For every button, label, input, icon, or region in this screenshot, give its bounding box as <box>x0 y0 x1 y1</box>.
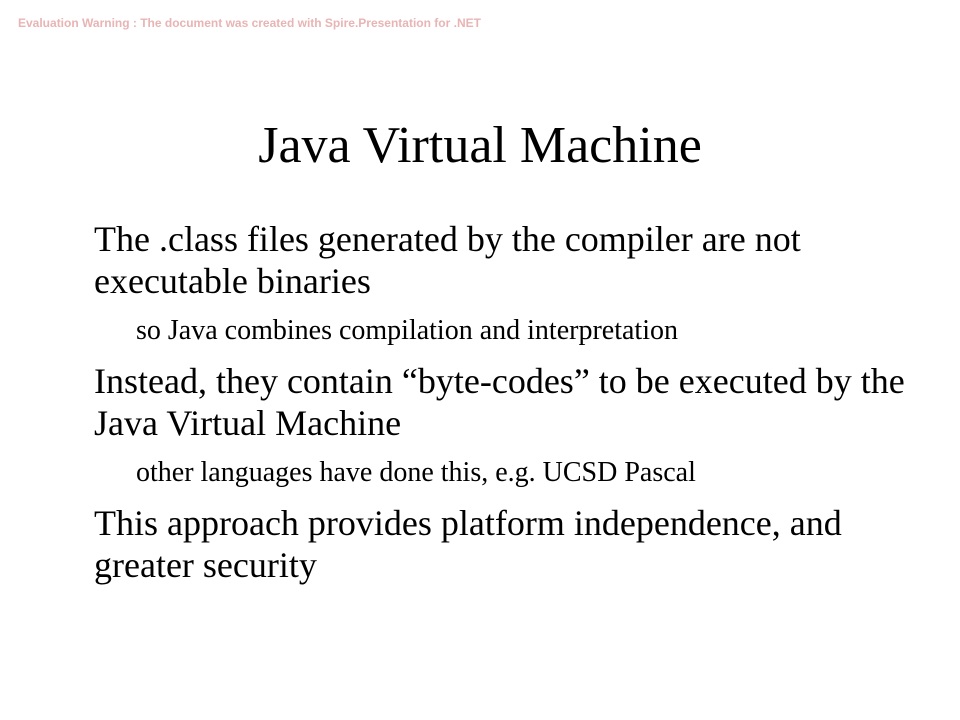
bullet-level1: Instead, they contain “byte-codes” to be… <box>94 361 905 443</box>
slide-body: The .class files generated by the compil… <box>94 218 934 598</box>
bullet-level2: so Java combines compilation and interpr… <box>136 315 678 346</box>
evaluation-watermark: Evaluation Warning : The document was cr… <box>18 16 481 30</box>
bullet-level1: This approach provides platform independ… <box>94 503 842 585</box>
slide-title: Java Virtual Machine <box>258 117 702 174</box>
bullet-level2: other languages have done this, e.g. UCS… <box>136 457 696 488</box>
bullet-level1: The .class files generated by the compil… <box>94 219 801 301</box>
slide: Evaluation Warning : The document was cr… <box>0 0 960 720</box>
